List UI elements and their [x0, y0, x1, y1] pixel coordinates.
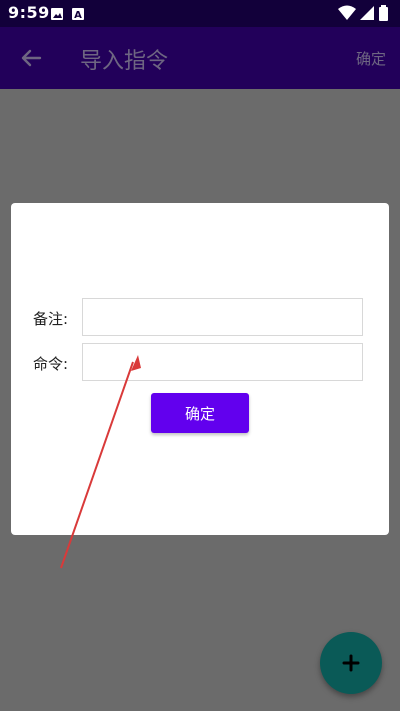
toolbar: 导入指令 确定 [0, 27, 400, 89]
page-title: 导入指令 [80, 49, 169, 74]
image-icon [51, 8, 63, 20]
command-row: 命令: [33, 343, 366, 383]
signal-icon [360, 6, 374, 20]
status-system-icons [338, 5, 390, 21]
text-a-icon: A [72, 8, 84, 21]
status-notification-icons: A [50, 6, 90, 21]
command-label: 命令: [33, 355, 69, 373]
import-command-dialog: 备注: 命令: 确定 [11, 203, 389, 535]
remark-row: 备注: [33, 298, 366, 338]
arrow-left-icon [21, 49, 42, 67]
plus-icon [342, 654, 360, 672]
dialog-confirm-button[interactable]: 确定 [151, 393, 249, 433]
svg-text:A: A [74, 10, 82, 21]
remark-input[interactable] [82, 298, 363, 336]
battery-icon [379, 5, 388, 21]
status-time: 9:59 [8, 3, 50, 22]
add-fab-button[interactable] [320, 632, 382, 694]
command-input[interactable] [82, 343, 363, 381]
back-button[interactable] [14, 41, 48, 75]
wifi-icon [338, 5, 356, 20]
remark-label: 备注: [33, 310, 69, 328]
toolbar-confirm-button[interactable]: 确定 [356, 48, 386, 69]
status-bar: 9:59 A [0, 0, 400, 27]
